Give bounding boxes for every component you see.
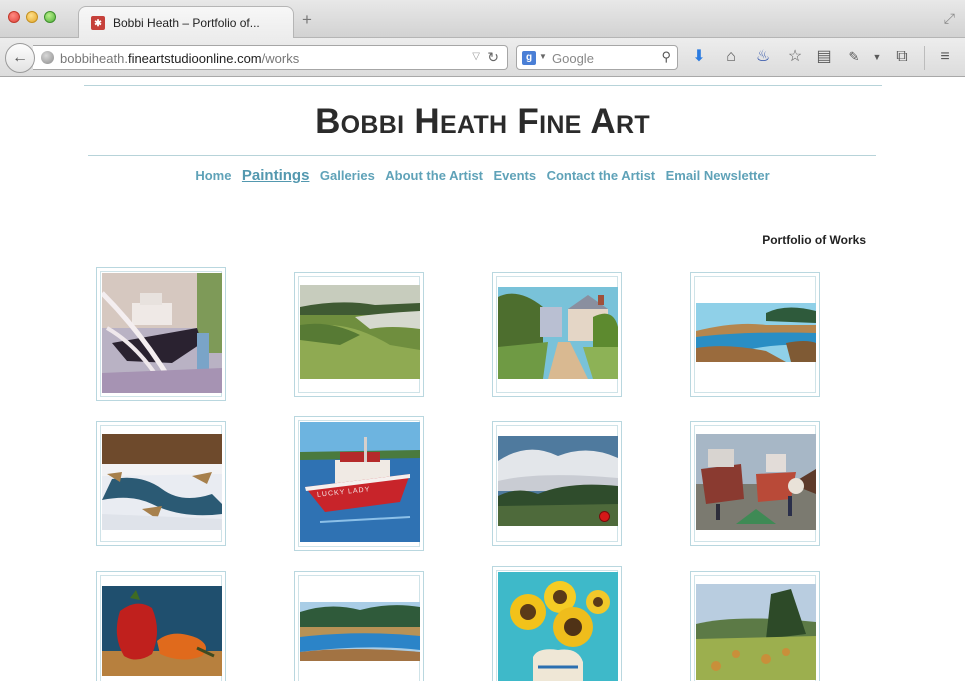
artwork-image-boatyard[interactable] xyxy=(102,273,222,393)
web-page: Bobbi Heath Fine Art Home Paintings Gall… xyxy=(0,78,965,681)
nav-events[interactable]: Events xyxy=(493,168,536,183)
url-bar[interactable]: bobbiheath.fineartstudioonline.com/works… xyxy=(33,45,508,70)
nav-about-the-artist[interactable]: About the Artist xyxy=(385,168,483,183)
tab-title: Bobbi Heath – Portfolio of... xyxy=(113,16,260,30)
artwork-image-green-river[interactable] xyxy=(300,285,420,379)
header-rule-top xyxy=(84,85,882,86)
engine-dropdown-icon[interactable]: ▼ xyxy=(539,52,547,61)
close-window-icon[interactable] xyxy=(8,11,20,23)
url-text[interactable]: bobbiheath.fineartstudioonline.com/works xyxy=(60,51,299,66)
screenshot-icon[interactable]: ⧉ xyxy=(892,48,912,66)
search-bar[interactable]: g ▼ Google ⚲ xyxy=(516,45,678,70)
artwork-thumbnail[interactable] xyxy=(690,421,820,546)
favicon-icon: ✱ xyxy=(91,16,105,30)
portfolio-heading: Portfolio of Works xyxy=(762,233,866,247)
fullscreen-icon[interactable]: ⤢ xyxy=(944,10,955,27)
globe-icon xyxy=(41,51,54,64)
artwork-thumbnail[interactable] xyxy=(96,571,226,681)
new-tab-button[interactable]: + xyxy=(302,11,312,28)
nav-home[interactable]: Home xyxy=(195,168,231,183)
browser-titlebar: ✱ Bobbi Heath – Portfolio of... + ⤢ xyxy=(0,0,965,39)
site-title[interactable]: Bobbi Heath Fine Art xyxy=(0,102,965,142)
artwork-image-tidal-inlet[interactable] xyxy=(696,303,816,362)
zoom-window-icon[interactable] xyxy=(44,11,56,23)
artwork-image-village-lane[interactable] xyxy=(498,287,618,379)
evernote-icon[interactable]: ✎ xyxy=(844,48,864,66)
bookmark-star-icon[interactable]: ☆ xyxy=(785,48,805,66)
artwork-thumbnail[interactable] xyxy=(492,272,622,397)
browser-tab[interactable]: ✱ Bobbi Heath – Portfolio of... xyxy=(78,6,294,39)
artwork-image-peppers[interactable] xyxy=(102,586,222,676)
artwork-image-boats-hauled-out[interactable] xyxy=(696,434,816,530)
artwork-thumbnail[interactable] xyxy=(492,421,622,546)
minimize-window-icon[interactable] xyxy=(26,11,38,23)
artwork-image-winter-creek[interactable] xyxy=(102,434,222,530)
header-rule-bottom xyxy=(88,155,876,156)
history-dropdown-icon[interactable]: ▽ xyxy=(472,51,480,62)
artwork-thumbnail[interactable] xyxy=(294,571,424,681)
download-icon[interactable]: ⬇ xyxy=(689,48,709,66)
fire-icon[interactable]: ♨ xyxy=(753,48,773,66)
browser-toolbar: bobbiheath.fineartstudioonline.com/works… xyxy=(0,38,965,77)
artwork-thumbnail[interactable] xyxy=(690,272,820,397)
artwork-thumbnail[interactable] xyxy=(690,571,820,681)
nav-paintings[interactable]: Paintings xyxy=(242,167,310,184)
main-nav: Home Paintings Galleries About the Artis… xyxy=(0,167,965,185)
back-button[interactable]: ← xyxy=(5,43,35,73)
reload-icon[interactable]: ↻ xyxy=(487,49,499,66)
toolbar-separator xyxy=(924,46,925,70)
artwork-thumbnail[interactable] xyxy=(492,566,622,681)
artwork-image-sunflowers[interactable] xyxy=(498,572,618,681)
sold-badge-icon xyxy=(599,511,610,522)
search-icon[interactable]: ⚲ xyxy=(661,49,671,65)
home-icon[interactable]: ⌂ xyxy=(721,48,741,66)
artwork-image-hay-field[interactable] xyxy=(696,584,816,680)
nav-email-newsletter[interactable]: Email Newsletter xyxy=(666,168,770,183)
artwork-thumbnail[interactable] xyxy=(96,421,226,546)
artwork-image-lucky-lady-boat[interactable]: LUCKY LADY xyxy=(300,422,420,542)
google-engine-icon[interactable]: g xyxy=(522,51,536,65)
artwork-thumbnail[interactable] xyxy=(96,267,226,401)
artwork-image-marsh-river[interactable] xyxy=(300,602,420,661)
reading-list-icon[interactable]: ▤ xyxy=(814,48,834,66)
search-input[interactable]: Google xyxy=(552,51,594,66)
artwork-thumbnail[interactable] xyxy=(294,272,424,397)
menu-icon[interactable]: ≡ xyxy=(935,48,955,66)
nav-galleries[interactable]: Galleries xyxy=(320,168,375,183)
addon-dropdown-icon[interactable]: ▼ xyxy=(867,48,887,66)
nav-contact-the-artist[interactable]: Contact the Artist xyxy=(547,168,656,183)
artwork-thumbnail[interactable]: LUCKY LADY xyxy=(294,416,424,551)
